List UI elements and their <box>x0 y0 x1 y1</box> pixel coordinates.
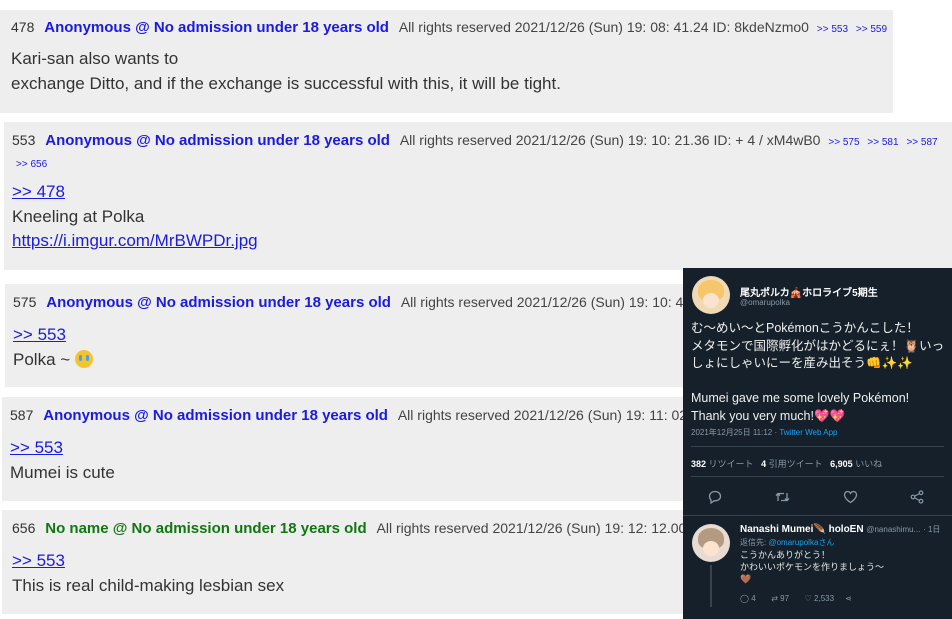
post-body: >> 553 Mumei is cute <box>10 436 115 485</box>
reply-text-line: 🤎 <box>740 574 752 584</box>
post-656: 656 No name @ No admission under 18 year… <box>2 510 695 614</box>
quote-link[interactable]: >> 553 <box>10 436 115 461</box>
post-553: 553 Anonymous @ No admission under 18 ye… <box>4 122 952 270</box>
crying-face-icon <box>74 349 93 368</box>
post-header: 478 Anonymous @ No admission under 18 ye… <box>11 19 887 36</box>
tweet-date[interactable]: 2021年12月25日 11:12 <box>691 428 772 437</box>
retweet-count[interactable]: 382 リツイート <box>691 459 754 469</box>
poster-name: Anonymous @ No admission under 18 years … <box>46 294 391 311</box>
tweet-text-line: Thank you very much!💖💖 <box>691 408 846 423</box>
post-header-wrap: >> 656 <box>12 154 47 170</box>
reply-link[interactable]: >> 656 <box>16 159 47 170</box>
post-575: 575 Anonymous @ No admission under 18 ye… <box>5 284 695 387</box>
post-meta: All rights reserved 2021/12/26 (Sun) 19:… <box>398 19 809 35</box>
reply-link[interactable]: >> 581 <box>867 137 898 148</box>
post-587: 587 Anonymous @ No admission under 18 ye… <box>2 397 695 501</box>
post-line: Mumei is cute <box>10 462 115 482</box>
reply-like-count: 2,533 <box>814 594 835 603</box>
post-line: exchange Ditto, and if the exchange is s… <box>11 73 561 93</box>
reply-reply-count: 4 <box>751 594 756 603</box>
reply-to-label: 返信先: <box>740 538 767 547</box>
tweet-display-name[interactable]: 尾丸ポルカ🎪ホロライブ5期生 <box>740 284 878 299</box>
post-meta: All rights reserved 2021/12/26 (Sun) 19:… <box>376 520 687 536</box>
tweet-text-line: メタモンで国際孵化がはかどるにぇ！🦉いっ <box>691 338 945 353</box>
post-line: This is real child-making lesbian sex <box>12 575 285 595</box>
share-icon[interactable] <box>910 490 924 506</box>
reply-icon[interactable] <box>708 490 722 506</box>
quote-count[interactable]: 4 引用ツイート <box>761 459 823 469</box>
like-icon: ♡ <box>804 594 812 603</box>
tweet-text-line: む〜めい〜とPokémonこうかんこした！ <box>691 321 919 335</box>
post-number[interactable]: 587 <box>10 407 33 423</box>
poster-name: Anonymous @ No admission under 18 years … <box>44 19 389 36</box>
reply-text-line: こうかんありがとう！ <box>740 550 831 560</box>
reply-icon: ◯ <box>740 594 749 603</box>
reply-text: こうかんありがとう！ かわいいポケモンを作りましょう〜 🤎 <box>740 549 884 585</box>
post-meta: All rights reserved 2021/12/26 (Sun) 19:… <box>399 132 821 148</box>
post-body: >> 553 This is real child-making lesbian… <box>12 549 284 598</box>
retweet-icon[interactable] <box>775 490 790 506</box>
post-meta: All rights reserved 2021/12/26 (Sun) 19:… <box>400 294 692 310</box>
divider <box>683 515 952 516</box>
post-478: 478 Anonymous @ No admission under 18 ye… <box>0 10 893 113</box>
reply-to: 返信先: @omarupolkaさん <box>740 537 834 548</box>
post-number[interactable]: 575 <box>13 294 36 310</box>
divider <box>691 446 944 447</box>
post-meta: All rights reserved 2021/12/26 (Sun) 19:… <box>397 407 688 423</box>
tweet-client[interactable]: Twitter Web App <box>779 428 837 437</box>
reply-link[interactable]: >> 553 <box>817 24 848 35</box>
poster-name: Anonymous @ No admission under 18 years … <box>43 407 388 424</box>
reply-link[interactable]: >> 587 <box>906 137 937 148</box>
post-header: 575 Anonymous @ No admission under 18 ye… <box>13 294 691 311</box>
reply-retweet-button[interactable]: ⇄ 97 <box>771 594 789 603</box>
post-body: >> 478 Kneeling at Polka https://i.imgur… <box>12 180 258 254</box>
tweet-text-line: しょにしゃいにーを産み出そう👊✨✨ <box>691 356 913 370</box>
reply-handle[interactable]: @nanashimu... <box>866 525 920 534</box>
tweet-timestamp: 2021年12月25日 11:12 · Twitter Web App <box>691 428 838 437</box>
post-header: 587 Anonymous @ No admission under 18 ye… <box>10 407 687 424</box>
quote-link[interactable]: >> 553 <box>13 323 93 348</box>
post-body: Kari-san also wants to exchange Ditto, a… <box>11 47 561 96</box>
tweet-stats: 382 リツイート 4 引用ツイート 6,905 いいね <box>691 457 882 470</box>
reply-link[interactable]: >> 559 <box>856 24 887 35</box>
post-line: Polka ~ <box>13 349 71 369</box>
poster-name: Anonymous @ No admission under 18 years … <box>45 132 390 149</box>
reply-avatar[interactable] <box>692 524 730 562</box>
poster-name: No name @ No admission under 18 years ol… <box>45 520 367 537</box>
tweet-screenshot: 尾丸ポルカ🎪ホロライブ5期生 @omarupolka む〜めい〜とPokémon… <box>683 268 952 619</box>
post-header: 553 Anonymous @ No admission under 18 ye… <box>12 132 938 149</box>
image-url-link[interactable]: https://i.imgur.com/MrBWPDr.jpg <box>12 229 258 254</box>
reply-author[interactable]: Nanashi Mumei🪶 holoEN @nanashimu... · 1日 <box>740 524 940 535</box>
reply-time[interactable]: · 1日 <box>923 525 940 534</box>
reply-link[interactable]: >> 575 <box>828 137 859 148</box>
post-body: >> 553 Polka ~ <box>13 323 93 372</box>
share-icon[interactable]: ⋖ <box>845 594 852 603</box>
reply-like-button[interactable]: ♡ 2,533 <box>805 594 834 603</box>
post-header: 656 No name @ No admission under 18 year… <box>12 520 686 537</box>
reply-retweet-count: 97 <box>780 594 790 603</box>
post-line: Kneeling at Polka <box>12 206 145 226</box>
post-line: Kari-san also wants to <box>11 49 179 68</box>
reply-display-name[interactable]: Nanashi Mumei🪶 holoEN <box>740 524 864 535</box>
quote-link[interactable]: >> 478 <box>12 180 258 205</box>
reply-reply-button[interactable]: ◯ 4 <box>740 594 756 603</box>
reply-to-link[interactable]: @omarupolkaさん <box>768 538 834 547</box>
avatar[interactable] <box>692 276 730 314</box>
tweet-handle[interactable]: @omarupolka <box>740 298 790 307</box>
divider <box>691 476 944 477</box>
retweet-icon: ⇄ <box>771 594 778 603</box>
reply-text-line: かわいいポケモンを作りましょう〜 <box>740 562 885 572</box>
tweet-text-line: Mumei gave me some lovely Pokémon! <box>691 391 910 405</box>
post-number[interactable]: 478 <box>11 19 34 35</box>
like-count[interactable]: 6,905 いいね <box>830 459 882 469</box>
like-icon[interactable] <box>843 490 858 506</box>
reply-actions: ◯ 4 ⇄ 97 ♡ 2,533 ⋖ <box>740 594 852 603</box>
tweet-text-line <box>691 373 944 391</box>
quote-link[interactable]: >> 553 <box>12 549 284 574</box>
thread-line <box>710 565 712 607</box>
post-number[interactable]: 553 <box>12 132 35 148</box>
tweet-text: む〜めい〜とPokémonこうかんこした！ メタモンで国際孵化がはかどるにぇ！🦉… <box>691 320 944 425</box>
post-number[interactable]: 656 <box>12 520 35 536</box>
